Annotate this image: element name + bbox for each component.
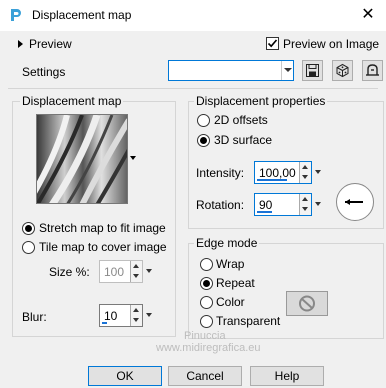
tile-map-radio[interactable] xyxy=(22,241,35,254)
no-color-icon xyxy=(299,295,315,312)
size-value: 100 xyxy=(104,265,125,279)
displacement-map-thumbnail[interactable] xyxy=(36,114,128,204)
tile-map-label: Tile map to cover image xyxy=(39,240,167,254)
transparent-radio[interactable] xyxy=(200,315,213,328)
blur-spinner[interactable]: 10 xyxy=(99,304,143,327)
close-icon[interactable]: ✕ xyxy=(355,4,381,26)
watermark-url: www.midiregrafica.eu xyxy=(156,342,261,354)
intensity-level-bar xyxy=(257,179,287,181)
direction-arrow-icon xyxy=(345,199,363,205)
blur-value: 10 xyxy=(104,309,118,323)
separator xyxy=(8,88,378,89)
size-label: Size %: xyxy=(49,265,90,279)
map-dropdown-arrow-icon[interactable] xyxy=(130,156,136,160)
displacement-map-title: Displacement map xyxy=(20,94,124,108)
color-swatch[interactable] xyxy=(286,291,328,316)
randomize-button[interactable] xyxy=(332,60,353,81)
settings-label: Settings xyxy=(22,65,66,79)
intensity-label: Intensity: xyxy=(196,166,245,180)
reset-icon xyxy=(366,64,379,76)
app-icon xyxy=(8,7,24,23)
3d-surface-label: 3D surface xyxy=(214,133,273,147)
rotation-spinner[interactable]: 90 xyxy=(254,193,312,216)
blur-level-bar xyxy=(102,322,107,324)
repeat-label: Repeat xyxy=(216,276,255,290)
intensity-dropdown-icon[interactable] xyxy=(313,161,323,184)
rotation-dial[interactable] xyxy=(336,183,374,221)
watermark-name: Pinuccia xyxy=(184,330,226,342)
expand-arrow-icon xyxy=(18,40,23,48)
preview-on-image-checkbox[interactable] xyxy=(266,37,279,50)
ok-button[interactable]: OK xyxy=(88,366,162,386)
color-label: Color xyxy=(216,295,245,309)
intensity-value: 100,00 xyxy=(259,166,296,180)
wrap-label: Wrap xyxy=(216,257,245,271)
wrap-radio[interactable] xyxy=(200,258,213,271)
intensity-spinner[interactable]: 100,00 xyxy=(254,161,312,184)
preview-label: Preview xyxy=(29,37,72,51)
settings-dropdown[interactable] xyxy=(168,60,294,81)
reset-button[interactable] xyxy=(362,60,383,81)
watermark: Pinuccia www.midiregrafica.eu xyxy=(120,330,261,354)
blur-label: Blur: xyxy=(22,310,47,324)
save-icon xyxy=(306,64,319,77)
stretch-map-radio[interactable] xyxy=(22,222,35,235)
cancel-button[interactable]: Cancel xyxy=(168,366,242,386)
transparent-label: Transparent xyxy=(216,314,281,328)
displacement-properties-title: Displacement properties xyxy=(194,94,328,108)
size-dropdown-icon[interactable] xyxy=(144,260,154,283)
2d-offsets-radio[interactable] xyxy=(197,114,210,127)
map-preview-image xyxy=(37,115,127,203)
2d-offsets-label: 2D offsets xyxy=(214,113,268,127)
repeat-radio[interactable] xyxy=(200,277,213,290)
rotation-value: 90 xyxy=(259,198,273,212)
rotation-dropdown-icon[interactable] xyxy=(313,193,323,216)
help-button[interactable]: Help xyxy=(250,366,324,386)
rotation-level-bar xyxy=(257,211,272,213)
chevron-down-icon[interactable] xyxy=(281,61,293,80)
stretch-map-label: Stretch map to fit image xyxy=(39,221,166,235)
checkmark-icon xyxy=(267,39,278,48)
dice-icon xyxy=(336,63,349,78)
save-preset-button[interactable] xyxy=(302,60,323,81)
blur-stepper[interactable] xyxy=(130,305,142,326)
3d-surface-radio[interactable] xyxy=(197,134,210,147)
size-spinner[interactable]: 100 xyxy=(99,260,143,283)
size-stepper[interactable] xyxy=(130,261,142,282)
color-radio[interactable] xyxy=(200,296,213,309)
rotation-label: Rotation: xyxy=(196,198,245,212)
edge-mode-title: Edge mode xyxy=(194,236,260,250)
preview-on-image-label: Preview on Image xyxy=(283,37,380,51)
intensity-stepper[interactable] xyxy=(299,162,311,183)
blur-dropdown-icon[interactable] xyxy=(144,304,154,327)
window-title: Displacement map xyxy=(32,8,132,22)
rotation-stepper[interactable] xyxy=(299,194,311,215)
preview-toggle[interactable]: Preview xyxy=(18,37,72,51)
